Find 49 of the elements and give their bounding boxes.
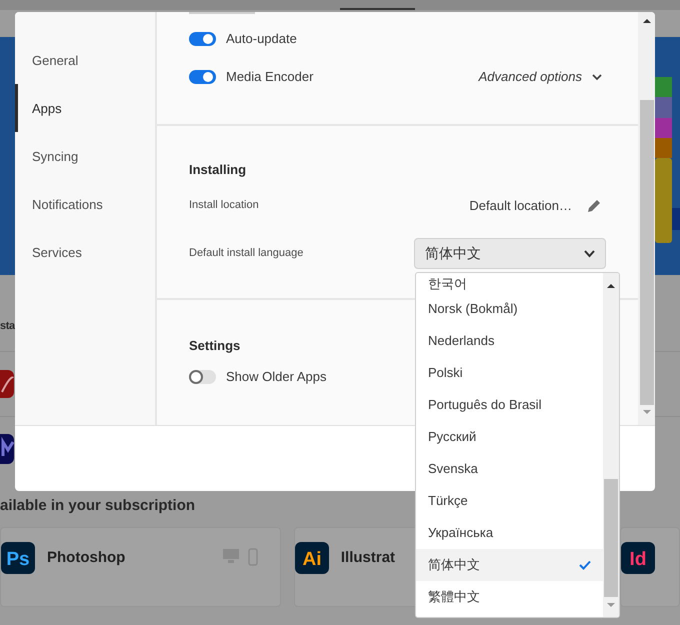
scroll-down-icon bbox=[607, 602, 615, 608]
phone-icon bbox=[248, 548, 258, 566]
app-icon: Id bbox=[621, 542, 655, 574]
dropdown-option[interactable]: Polski bbox=[416, 357, 603, 389]
toggle-label: Media Encoder bbox=[226, 68, 314, 86]
toggle-switch[interactable] bbox=[189, 70, 216, 84]
dropdown-option[interactable]: 繁體中文 bbox=[416, 581, 603, 613]
app-icon: Ai bbox=[294, 542, 329, 574]
toggle-label: Show Older Apps bbox=[226, 368, 326, 386]
section-heading: sta bbox=[0, 321, 15, 334]
app-name: Photoshop bbox=[47, 548, 126, 568]
dropdown-option[interactable]: Português do Brasil bbox=[416, 389, 603, 421]
app-icon bbox=[0, 434, 14, 464]
app-icon bbox=[0, 370, 14, 398]
dropdown-option[interactable]: 简体中文 bbox=[416, 549, 603, 581]
dropdown-option[interactable]: Norsk (Bokmål) bbox=[416, 293, 603, 325]
checkmark-icon bbox=[579, 560, 591, 570]
desktop-icon bbox=[222, 548, 240, 564]
install-location-value: Default location… bbox=[469, 196, 572, 215]
section-heading: ailable in your subscription bbox=[0, 496, 196, 516]
dropdown-option[interactable]: Русский bbox=[416, 421, 603, 453]
app-name: Illustrat bbox=[340, 548, 396, 568]
toggle-switch[interactable] bbox=[189, 32, 216, 46]
section-heading: Installing bbox=[189, 161, 246, 179]
field-label: Install location bbox=[189, 198, 259, 214]
chevron-icon bbox=[584, 250, 595, 258]
toggle-label: Auto-update bbox=[226, 30, 297, 48]
dropdown-option[interactable]: Türkçe bbox=[416, 485, 603, 517]
edit-icon[interactable] bbox=[586, 198, 602, 214]
language-select[interactable]: 简体中文 bbox=[414, 238, 606, 269]
sidebar-item[interactable]: Notifications bbox=[15, 180, 155, 228]
toggle-switch[interactable] bbox=[189, 370, 216, 384]
dropdown-option[interactable]: 한국어 bbox=[416, 273, 603, 293]
field-label: Default install language bbox=[189, 246, 304, 262]
sidebar-item[interactable]: General bbox=[15, 36, 155, 84]
app-icon: Ps bbox=[1, 542, 35, 574]
scrollbar[interactable] bbox=[603, 273, 619, 617]
scroll-up-icon bbox=[642, 18, 650, 24]
scroll-up-icon bbox=[607, 283, 615, 289]
advanced-options-link[interactable]: Advanced options bbox=[478, 67, 602, 87]
chevron-icon bbox=[592, 74, 602, 80]
dropdown-option[interactable]: Nederlands bbox=[416, 325, 603, 357]
dropdown-option[interactable]: Svenska bbox=[416, 453, 603, 485]
section-heading: Settings bbox=[189, 337, 240, 355]
sidebar-item[interactable]: Services bbox=[15, 228, 155, 276]
scrollbar[interactable] bbox=[638, 12, 655, 425]
scroll-down-icon bbox=[642, 409, 650, 415]
sidebar-item[interactable]: Syncing bbox=[15, 132, 155, 180]
dropdown-option[interactable]: Українська bbox=[416, 517, 603, 549]
